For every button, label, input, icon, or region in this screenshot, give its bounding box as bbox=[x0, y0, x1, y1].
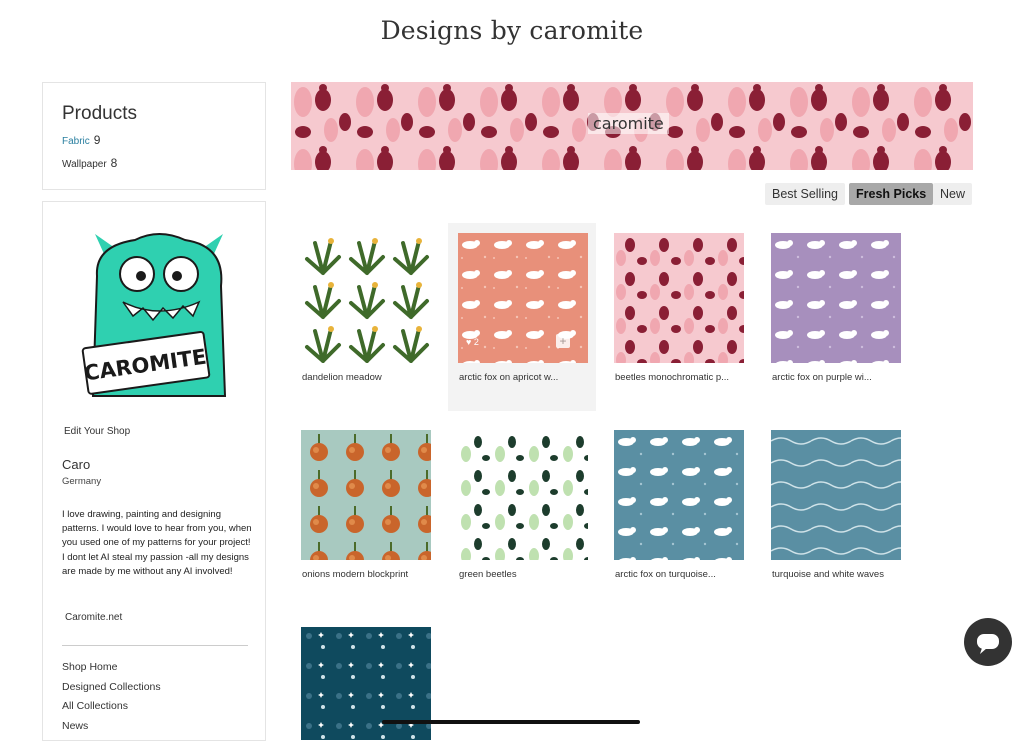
like-icon[interactable]: ♥ 2 bbox=[466, 337, 479, 347]
products-card: Products Fabric 9 Wallpaper 8 bbox=[42, 82, 266, 190]
designer-country: Germany bbox=[62, 476, 102, 487]
nav-designed-collections[interactable]: Designed Collections bbox=[62, 678, 161, 698]
design-thumbnail[interactable] bbox=[301, 233, 431, 363]
nav-shop-home[interactable]: Shop Home bbox=[62, 658, 161, 678]
chat-icon bbox=[977, 634, 999, 654]
design-title[interactable]: beetles monochromatic p... bbox=[615, 372, 752, 383]
design-card[interactable]: arctic fox on purple wi... bbox=[761, 223, 909, 383]
design-card[interactable]: dandelion meadow bbox=[291, 223, 439, 383]
designer-bio: I love drawing, painting and designing p… bbox=[62, 509, 252, 577]
sort-fresh-picks-button[interactable]: Fresh Picks bbox=[849, 183, 934, 205]
home-indicator bbox=[382, 720, 640, 724]
shop-nav: Shop Home Designed Collections All Colle… bbox=[62, 658, 161, 736]
sort-new-button[interactable]: New bbox=[933, 183, 973, 205]
design-title[interactable]: onions modern blockprint bbox=[302, 569, 439, 580]
like-count: 2 bbox=[473, 337, 479, 347]
design-card[interactable]: green beetles bbox=[448, 420, 596, 580]
product-wallpaper-count: 8 bbox=[110, 156, 118, 170]
design-title[interactable]: turquoise and white waves bbox=[772, 569, 909, 580]
design-card[interactable]: beetles monochromatic p... bbox=[604, 223, 752, 383]
design-thumbnail[interactable] bbox=[771, 430, 901, 560]
website-link[interactable]: Caromite.net bbox=[65, 612, 122, 623]
design-title[interactable]: arctic fox on turquoise... bbox=[615, 569, 752, 580]
product-fabric-count: 9 bbox=[93, 133, 101, 147]
design-card[interactable] bbox=[291, 617, 439, 745]
design-thumbnail[interactable] bbox=[771, 233, 901, 363]
product-fabric-link[interactable]: Fabric 9 bbox=[62, 133, 100, 147]
chat-button[interactable] bbox=[964, 618, 1012, 666]
design-thumbnail[interactable] bbox=[301, 430, 431, 560]
add-to-collection-icon[interactable]: + bbox=[556, 334, 570, 348]
nav-all-collections[interactable]: All Collections bbox=[62, 697, 161, 717]
nav-news[interactable]: News bbox=[62, 717, 161, 737]
products-heading: Products bbox=[62, 103, 137, 124]
page-title: Designs by caromite bbox=[380, 16, 644, 45]
design-thumbnail[interactable] bbox=[458, 430, 588, 560]
design-title[interactable]: arctic fox on purple wi... bbox=[772, 372, 909, 383]
design-title[interactable]: green beetles bbox=[459, 569, 596, 580]
product-wallpaper-label: Wallpaper bbox=[62, 159, 107, 170]
profile-card: CAROMITE Edit Your Shop Caro Germany I l… bbox=[42, 201, 266, 741]
design-title[interactable]: arctic fox on apricot w... bbox=[459, 372, 596, 383]
divider bbox=[62, 645, 248, 646]
design-card[interactable]: ♥ 2 + arctic fox on apricot w... bbox=[448, 223, 596, 411]
sort-best-selling-button[interactable]: Best Selling bbox=[765, 183, 846, 205]
design-thumbnail[interactable] bbox=[614, 233, 744, 363]
product-wallpaper-link[interactable]: Wallpaper 8 bbox=[62, 156, 117, 170]
edit-shop-link[interactable]: Edit Your Shop bbox=[64, 426, 130, 437]
design-thumbnail[interactable] bbox=[614, 430, 744, 560]
design-card[interactable]: turquoise and white waves bbox=[761, 420, 909, 580]
design-title[interactable]: dandelion meadow bbox=[302, 372, 439, 383]
designer-name: Caro bbox=[62, 457, 91, 472]
design-card[interactable]: arctic fox on turquoise... bbox=[604, 420, 752, 580]
monster-avatar: CAROMITE bbox=[81, 233, 227, 397]
product-fabric-label: Fabric bbox=[62, 136, 90, 147]
design-card[interactable]: onions modern blockprint bbox=[291, 420, 439, 580]
banner-shop-name: caromite bbox=[588, 113, 669, 134]
